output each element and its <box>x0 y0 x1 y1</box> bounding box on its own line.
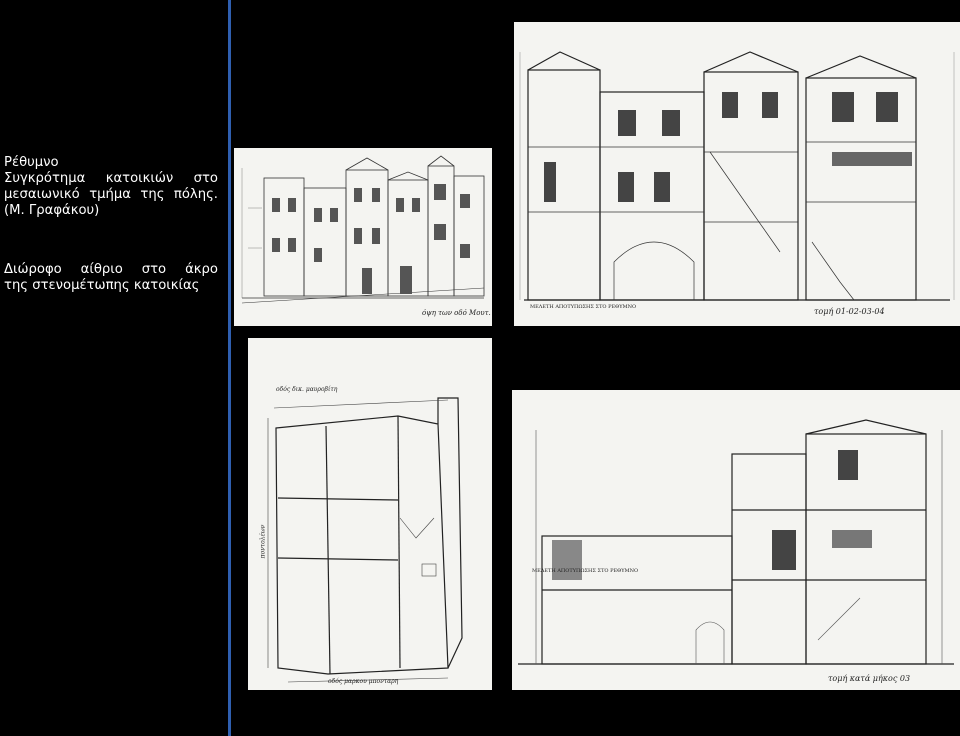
plan-street-top: οδός δικ. μαυροβίτη <box>276 386 338 393</box>
section-bottom-label: τομή κατά μήκος 03 <box>828 674 911 683</box>
vertical-divider <box>228 0 231 736</box>
section-bottom-drawing: ΜΕΛΕΤΗ ΑΠΟΤΥΠΩΣΗΣ ΣΤΟ ΡΕΘΥΜΝΟ τομή κατά … <box>512 390 960 690</box>
plan-street-left: ποντολέων <box>259 524 267 559</box>
section-top-drawing: ΜΕΛΕΤΗ ΑΠΟΤΥΠΩΣΗΣ ΣΤΟ ΡΕΘΥΜΝΟ τομή 01-02… <box>514 22 960 326</box>
elevation-label: όψη των οδό Μουτ. <box>422 309 491 317</box>
caption-line: Συγκρότημα κατοικιών στο <box>4 171 218 186</box>
elevation-drawing: όψη των οδό Μουτ. <box>234 148 492 326</box>
section-bottom-sketch <box>518 419 954 665</box>
section-top-sketch <box>519 51 955 301</box>
section-bottom-title-block: ΜΕΛΕΤΗ ΑΠΟΤΥΠΩΣΗΣ ΣΤΟ ΡΕΘΥΜΝΟ <box>532 568 639 574</box>
elevation-sketch <box>241 155 485 304</box>
plan-street-bottom: οδός μαρκου μπονταρη <box>328 678 399 685</box>
section-top-label: τομή 01-02-03-04 <box>814 307 885 316</box>
caption-note-block: Διώροφο αίθριο στο άκρο της στενομέτωπης… <box>4 262 218 294</box>
caption-line: (Μ. Γραφάκου) <box>4 203 100 218</box>
caption-note-line: Διώροφο αίθριο στο άκρο <box>4 262 218 277</box>
caption-line: Ρέθυμνο <box>4 155 59 170</box>
plan-drawing: οδός δικ. μαυροβίτη οδός μαρκου μπονταρη… <box>248 338 492 690</box>
section-top-title-block: ΜΕΛΕΤΗ ΑΠΟΤΥΠΩΣΗΣ ΣΤΟ ΡΕΘΥΜΝΟ <box>530 304 637 310</box>
caption-note-line: της στενομέτωπης κατοικίας <box>4 278 200 293</box>
caption-title-block: Ρέθυμνο Συγκρότημα κατοικιών στο μεσαιων… <box>4 155 218 219</box>
caption-line: μεσαιωνικό τμήμα της πόλης. <box>4 187 218 202</box>
